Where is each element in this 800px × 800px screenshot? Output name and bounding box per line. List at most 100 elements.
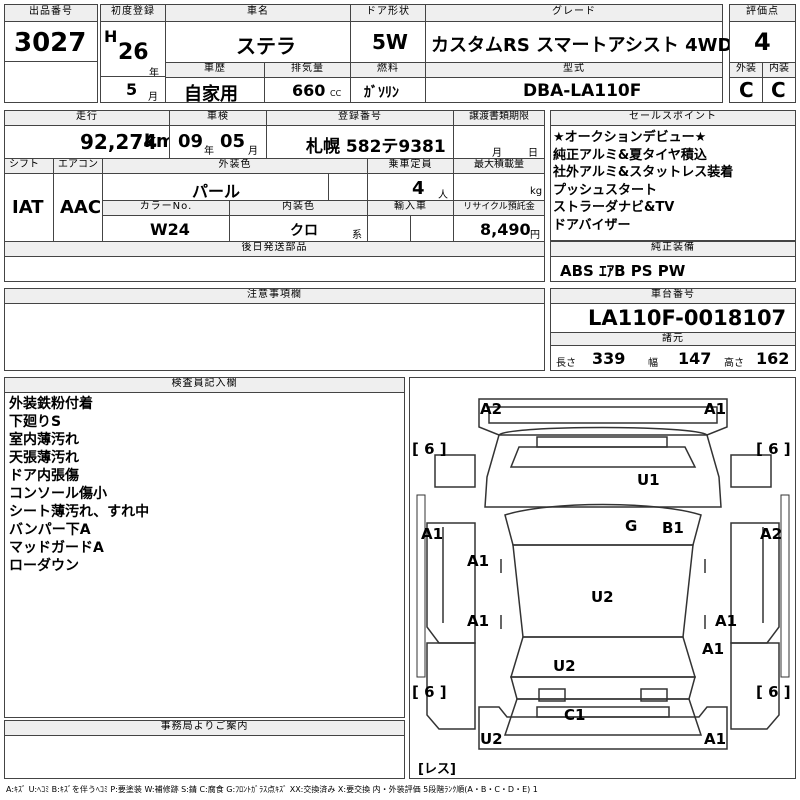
damage-mark: U2 xyxy=(591,588,614,606)
capacity: 4 xyxy=(412,178,425,199)
damage-mark: A1 xyxy=(715,612,738,630)
shift: IAT xyxy=(12,197,44,218)
inspection-label: 車検 xyxy=(169,110,267,126)
chassis-label: 車台番号 xyxy=(550,288,796,304)
damage-mark: A2 xyxy=(480,400,503,418)
capacity-unit: 人 xyxy=(438,190,448,201)
tire-tread-fl: [ 6 ] xyxy=(412,440,447,458)
later-parts-label: 後日発送部品 xyxy=(4,241,545,257)
notes-cell xyxy=(4,303,545,371)
transfer-label: 譲渡書類期限 xyxy=(453,110,545,126)
sales-point-item: プッシュスタート xyxy=(553,182,658,198)
sales-points-label: セールスポイント xyxy=(550,110,796,126)
grade: カスタムRS スマートアシスト 4WD xyxy=(431,35,733,56)
color-cell-divider xyxy=(328,173,368,201)
height-label: 高さ xyxy=(724,358,744,369)
color-no-label: カラーNo. xyxy=(102,200,230,216)
spare-tire-none: [レス] xyxy=(418,762,456,777)
displacement: 660 xyxy=(292,81,326,100)
inspector-note-item: コンソール傷小 xyxy=(9,486,107,502)
import-cell-divider xyxy=(410,215,454,242)
car-name: ステラ xyxy=(236,34,296,58)
first-reg-month-unit: 月 xyxy=(148,92,158,103)
specs-label: 諸元 xyxy=(550,332,796,346)
grade-label: グレード xyxy=(425,4,723,22)
sales-point-item: ストラーダナビ&TV xyxy=(553,200,675,215)
lot-lower-cell xyxy=(4,61,98,103)
damage-mark: A1 xyxy=(421,525,444,543)
tire-tread-rr: [ 6 ] xyxy=(756,683,791,701)
office-label: 事務局よりご案内 xyxy=(4,720,405,736)
inspector-note-item: シート薄汚れ、すれ中 xyxy=(9,504,150,520)
model: DBA-LA110F xyxy=(523,81,642,101)
ac: AAC xyxy=(60,197,102,218)
exterior-label: 外装 xyxy=(729,62,763,78)
mileage-label: 走行 xyxy=(4,110,170,126)
inspection-year: 09 xyxy=(178,131,204,152)
door-label: ドア形状 xyxy=(350,4,426,22)
history-label: 車歴 xyxy=(165,62,265,78)
score: 4 xyxy=(754,28,771,56)
inspector-label: 検査員記入欄 xyxy=(4,377,405,393)
shift-label: シフト xyxy=(4,158,54,174)
load-unit: kg xyxy=(530,186,543,197)
chassis-number: LA110F-0018107 xyxy=(588,306,787,330)
damage-mark: A2 xyxy=(760,525,783,543)
transfer-day: 日 xyxy=(528,148,538,159)
sales-point-item: ★オークションデビュー★ xyxy=(553,130,707,145)
inspector-note-item: 外装鉄粉付着 xyxy=(9,396,93,412)
height: 162 xyxy=(756,349,790,368)
inspector-note-item: ローダウン xyxy=(9,558,79,574)
lot-label: 出品番号 xyxy=(4,4,98,22)
displacement-label: 排気量 xyxy=(264,62,351,78)
score-label: 評価点 xyxy=(729,4,796,22)
interior-label: 内装 xyxy=(762,62,796,78)
plate-label: 登録番号 xyxy=(266,110,454,126)
color: パール xyxy=(192,182,241,201)
damage-mark: U1 xyxy=(637,471,660,489)
car-outline-diagram xyxy=(416,398,790,750)
history: 自家用 xyxy=(184,84,238,105)
equipment-label: 純正装備 xyxy=(550,241,796,257)
sales-point-item: 純正アルミ&夏タイヤ積込 xyxy=(553,147,707,163)
car-name-label: 車名 xyxy=(165,4,351,22)
damage-mark: A1 xyxy=(702,640,725,658)
tire-tread-fr: [ 6 ] xyxy=(756,440,791,458)
transfer-month: 月 xyxy=(492,148,502,159)
notes-label: 注意事項欄 xyxy=(4,288,545,304)
damage-mark: C1 xyxy=(564,706,586,724)
color-label: 外装色 xyxy=(102,158,368,174)
damage-mark: B1 xyxy=(662,519,684,537)
damage-mark: G xyxy=(625,517,638,535)
inspector-note-item: 天張薄汚れ xyxy=(9,450,79,466)
first-reg-era: H xyxy=(104,27,118,46)
damage-mark: A1 xyxy=(467,552,490,570)
int-color-label: 内装色 xyxy=(229,200,368,216)
equipment: ABS ｴｱB PS PW xyxy=(560,262,686,280)
sales-point-item: ドアバイザー xyxy=(553,217,631,233)
office-cell xyxy=(4,735,405,779)
first-reg-month: 5 xyxy=(126,80,138,99)
inspector-note-item: バンパー下A xyxy=(9,522,91,538)
fuel-label: 燃料 xyxy=(350,62,426,78)
damage-mark: U2 xyxy=(480,730,503,748)
later-parts-cell xyxy=(4,256,545,282)
recycle: 8,490 xyxy=(480,220,531,239)
inspector-note-item: 室内薄汚れ xyxy=(9,432,79,448)
damage-mark: U2 xyxy=(553,657,576,675)
int-color: クロ xyxy=(290,223,318,239)
inspection-month-unit: 月 xyxy=(248,146,258,157)
width-label: 幅 xyxy=(648,358,658,369)
model-label: 型式 xyxy=(425,62,723,78)
damage-mark: A1 xyxy=(467,612,490,630)
import-label: 輸入車 xyxy=(367,200,454,216)
first-reg-label: 初度登録 xyxy=(100,4,166,22)
tire-tread-rl: [ 6 ] xyxy=(412,683,447,701)
width: 147 xyxy=(678,349,712,368)
door-type: 5W xyxy=(372,30,408,54)
inspector-note-item: マッドガードA xyxy=(9,540,104,556)
fuel: ｶﾞｿﾘﾝ xyxy=(364,85,399,101)
capacity-label: 乗車定員 xyxy=(367,158,454,174)
int-color-unit: 系 xyxy=(352,230,362,241)
first-reg-year: 26 xyxy=(118,40,149,65)
